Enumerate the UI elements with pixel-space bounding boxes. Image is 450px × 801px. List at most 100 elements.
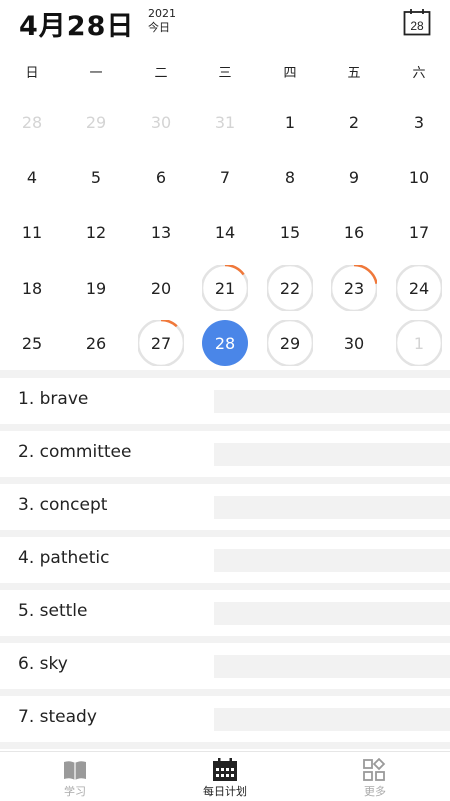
calendar-day[interactable]: 16 <box>331 209 377 255</box>
calendar-day-today[interactable]: 28 <box>202 320 248 366</box>
divider <box>0 530 450 537</box>
weekday-label: 一 <box>89 66 103 81</box>
tab-label: 每日计划 <box>203 785 247 798</box>
calendar-day[interactable]: 29 <box>73 99 119 145</box>
calendar-day[interactable]: 30 <box>331 320 377 366</box>
meaning-mask[interactable] <box>214 602 450 625</box>
calendar-day[interactable]: 4 <box>9 154 55 200</box>
calendar-day[interactable]: 12 <box>73 209 119 255</box>
word-label: 7. steady <box>18 707 97 727</box>
calendar-day[interactable]: 3 <box>396 99 442 145</box>
weekday-label: 五 <box>347 66 361 81</box>
calendar-day[interactable]: 14 <box>202 209 248 255</box>
word-label: 6. sky <box>18 654 68 674</box>
calendar-day-number: 25 <box>21 333 43 353</box>
calendar-day[interactable]: 11 <box>9 209 55 255</box>
calendar-day-number: 2 <box>348 112 360 132</box>
calendar-day-number: 7 <box>219 167 231 187</box>
calendar-day[interactable]: 28 <box>9 99 55 145</box>
meaning-mask[interactable] <box>214 708 450 731</box>
divider <box>0 583 450 590</box>
calendar-day-number: 30 <box>150 112 172 132</box>
word-list-item[interactable]: 4. pathetic <box>0 537 450 583</box>
calendar-day[interactable]: 8 <box>267 154 313 200</box>
meaning-mask[interactable] <box>214 549 450 572</box>
meaning-mask[interactable] <box>214 655 450 678</box>
word-list-item[interactable]: 1. brave <box>0 378 450 424</box>
calendar-day-number: 8 <box>284 167 296 187</box>
calendar-day-number: 1 <box>413 333 425 353</box>
calendar-day[interactable]: 13 <box>138 209 184 255</box>
calendar-day[interactable]: 19 <box>73 265 119 311</box>
word-label: 5. settle <box>18 601 88 621</box>
weekday-label: 日 <box>25 66 39 81</box>
calendar-day-number: 29 <box>85 112 107 132</box>
word-label: 4. pathetic <box>18 548 110 568</box>
calendar-day[interactable]: 9 <box>331 154 377 200</box>
weekday-label: 三 <box>218 66 232 81</box>
weekday-label: 四 <box>283 66 297 81</box>
calendar-day-number: 27 <box>150 333 172 353</box>
calendar-grid: 28 29 30 31 1 2 3 4 5 6 7 8 9 10 11 12 13 14 15 16 17 18 19 20 2… <box>0 94 450 370</box>
meaning-mask[interactable] <box>214 443 450 466</box>
calendar-day[interactable]: 22 <box>267 265 313 311</box>
calendar-day[interactable]: 10 <box>396 154 442 200</box>
calendar-day[interactable]: 17 <box>396 209 442 255</box>
calendar-day-number: 23 <box>343 278 365 298</box>
calendar-day[interactable]: 18 <box>9 265 55 311</box>
calendar-day-number: 11 <box>21 222 43 242</box>
calendar-day-number: 29 <box>279 333 301 353</box>
calendar-day[interactable]: 7 <box>202 154 248 200</box>
grid-icon <box>362 757 388 782</box>
word-list-item[interactable]: 2. committee <box>0 431 450 477</box>
word-list-item[interactable]: 7. steady <box>0 696 450 742</box>
calendar-day-number: 13 <box>150 222 172 242</box>
calendar-day[interactable]: 15 <box>267 209 313 255</box>
calendar-day[interactable]: 1 <box>267 99 313 145</box>
year-today-label[interactable]: 2021 今日 <box>148 7 176 35</box>
tab-label: 更多 <box>364 785 386 798</box>
calendar-day[interactable]: 30 <box>138 99 184 145</box>
calendar-day[interactable]: 25 <box>9 320 55 366</box>
calendar-day[interactable]: 20 <box>138 265 184 311</box>
tab-label: 学习 <box>64 785 86 798</box>
tab-more[interactable]: 更多 <box>300 752 450 801</box>
calendar-day-number: 16 <box>343 222 365 242</box>
weekday-header: 日一二三四五六 <box>0 62 450 82</box>
calendar-day[interactable]: 2 <box>331 99 377 145</box>
calendar-day-number: 12 <box>85 222 107 242</box>
calendar-day[interactable]: 1 <box>396 320 442 366</box>
calendar-day[interactable]: 6 <box>138 154 184 200</box>
page-title: 4月28日 <box>19 11 135 42</box>
calendar-day[interactable]: 29 <box>267 320 313 366</box>
calendar-day-number: 26 <box>85 333 107 353</box>
tab-daily-plan[interactable]: 每日计划 <box>150 752 300 801</box>
calendar-day-number: 14 <box>214 222 236 242</box>
divider <box>0 370 450 378</box>
calendar-day-number: 1 <box>284 112 296 132</box>
calendar-day-number: 10 <box>408 167 430 187</box>
year-label: 2021 <box>148 7 176 20</box>
word-list-item[interactable]: 6. sky <box>0 643 450 689</box>
meaning-mask[interactable] <box>214 390 450 413</box>
calendar-day[interactable]: 26 <box>73 320 119 366</box>
calendar-day[interactable]: 23 <box>331 265 377 311</box>
calendar-day[interactable]: 5 <box>73 154 119 200</box>
calendar-button[interactable]: 28 <box>403 8 431 36</box>
calendar-day[interactable]: 27 <box>138 320 184 366</box>
calendar-day[interactable]: 31 <box>202 99 248 145</box>
calendar-icon: 28 <box>403 9 431 36</box>
calendar-icon <box>212 758 238 782</box>
weekday-label: 二 <box>154 66 168 81</box>
calendar-day[interactable]: 21 <box>202 265 248 311</box>
word-list-item[interactable]: 5. settle <box>0 590 450 636</box>
meaning-mask[interactable] <box>214 496 450 519</box>
tab-study[interactable]: 学习 <box>0 752 150 801</box>
word-list-item[interactable]: 3. concept <box>0 484 450 530</box>
divider <box>0 689 450 696</box>
divider <box>0 477 450 484</box>
calendar-day-number: 22 <box>279 278 301 298</box>
calendar-day[interactable]: 24 <box>396 265 442 311</box>
divider <box>0 742 450 749</box>
calendar-day-number: 6 <box>155 167 167 187</box>
